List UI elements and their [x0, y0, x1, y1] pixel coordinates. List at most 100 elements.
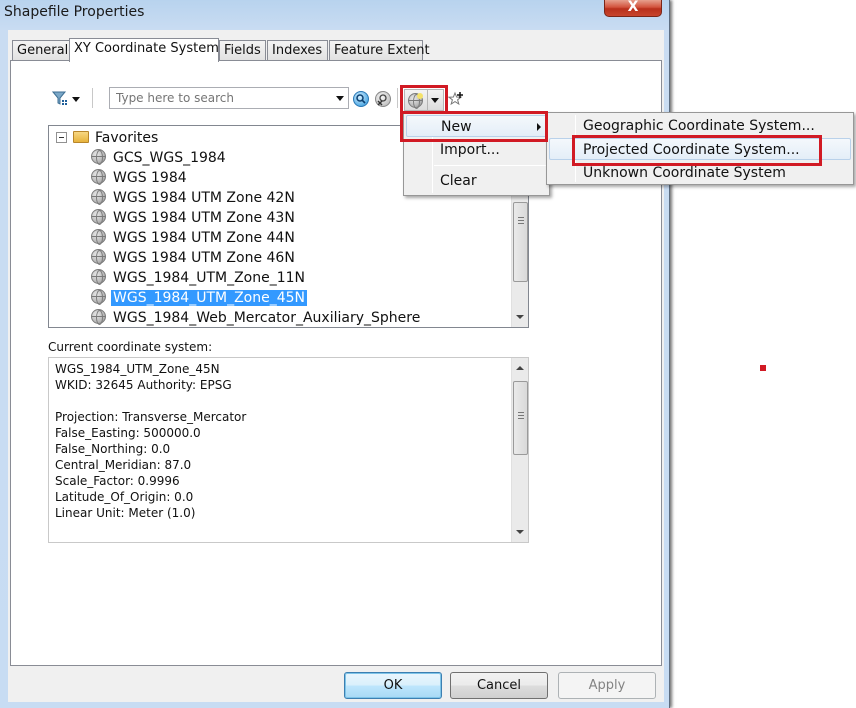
tab-label: Fields [224, 43, 261, 58]
menu-item-label: Clear [440, 173, 477, 189]
split-divider [427, 90, 428, 110]
search-icon [356, 94, 366, 104]
current-cs-details[interactable]: WGS_1984_UTM_Zone_45N WKID: 32645 Author… [48, 357, 529, 543]
cancel-button[interactable]: Cancel [450, 672, 548, 699]
tree-item-selected[interactable]: WGS_1984_UTM_Zone_45N [91, 288, 308, 308]
scroll-down-icon[interactable] [516, 530, 524, 534]
tab-label: General [17, 43, 69, 58]
globe-icon [91, 169, 106, 185]
tree-node-label: Favorites [95, 130, 159, 146]
scrollbar-thumb[interactable] [513, 381, 528, 455]
menu-item-geographic-cs[interactable]: Geographic Coordinate System... [549, 115, 851, 137]
detail-line: Latitude_Of_Origin: 0.0 [55, 490, 194, 504]
chevron-down-icon [72, 97, 80, 102]
menu-item-label: Projected Coordinate System... [583, 142, 800, 158]
menu-item-label: Unknown Coordinate System [583, 165, 786, 181]
annotation-dot [760, 365, 766, 371]
chevron-down-icon [431, 98, 439, 103]
grip-line [518, 415, 524, 416]
grip-line [518, 217, 524, 218]
clear-search-button[interactable] [375, 91, 391, 107]
menu-item-label: New [441, 119, 472, 135]
globe-icon [91, 309, 106, 325]
tree-node-favorites[interactable]: Favorites [93, 128, 160, 148]
tab-label: Feature Extent [334, 43, 430, 58]
folder-icon [73, 131, 89, 143]
dialog-window: Shapefile Properties X General XY Coordi… [0, 0, 670, 708]
tree-item[interactable]: WGS 1984 [91, 168, 189, 188]
menu-item-label: Geographic Coordinate System... [583, 118, 815, 134]
add-to-favorites-button[interactable] [447, 91, 464, 107]
tree-item-label: WGS 1984 UTM Zone 44N [113, 230, 295, 246]
add-coordinate-system-button[interactable] [404, 89, 444, 111]
apply-button[interactable]: Apply [558, 672, 656, 699]
window-title: Shapefile Properties [4, 4, 145, 20]
globe-icon [91, 229, 106, 245]
menu-item-clear[interactable]: Clear [406, 170, 547, 192]
search-button[interactable] [353, 91, 369, 107]
tab-label: Indexes [272, 43, 323, 58]
filter-icon [52, 91, 67, 105]
detail-line: Projection: Transverse_Mercator [55, 410, 247, 424]
grip-line [518, 412, 524, 413]
scroll-down-icon[interactable] [516, 315, 524, 319]
star-add-icon [447, 91, 463, 106]
tree-item-label: GCS_WGS_1984 [113, 150, 226, 166]
tab-fields[interactable]: Fields [219, 40, 266, 60]
tab-indexes[interactable]: Indexes [267, 40, 328, 60]
tree-item[interactable]: WGS_1984_Web_Mercator_Auxiliary_Sphere [91, 308, 422, 327]
detail-line: WGS_1984_UTM_Zone_45N [55, 362, 220, 376]
tree-item-label: WGS 1984 UTM Zone 43N [113, 210, 295, 226]
grip-line [518, 418, 524, 419]
tree-item[interactable]: WGS 1984 UTM Zone 44N [91, 228, 297, 248]
tree-item-label: WGS 1984 [113, 170, 187, 186]
grip-line [518, 220, 524, 221]
tree-item[interactable]: GCS_WGS_1984 [91, 148, 228, 168]
toolbar-divider [397, 88, 398, 108]
search-combobox[interactable] [109, 87, 349, 109]
menu-item-import[interactable]: Import... [406, 139, 547, 161]
sparkle-icon [417, 93, 423, 99]
detail-line: False_Easting: 500000.0 [55, 426, 201, 440]
title-bar[interactable]: Shapefile Properties X [0, 0, 670, 28]
tab-general[interactable]: General [12, 40, 70, 60]
tree-item-label: WGS_1984_UTM_Zone_45N [111, 290, 308, 306]
clear-search-icon [377, 94, 387, 106]
globe-icon [91, 249, 106, 265]
menu-item-new[interactable]: New [406, 115, 547, 137]
tree-item-label: WGS_1984_UTM_Zone_11N [113, 270, 306, 286]
tab-feature-extent[interactable]: Feature Extent [329, 40, 430, 60]
collapse-toggle[interactable] [56, 132, 67, 143]
globe-icon [91, 289, 106, 305]
submenu-arrow-icon [537, 123, 541, 131]
tree-item[interactable]: WGS 1984 UTM Zone 42N [91, 188, 297, 208]
menu-item-projected-cs[interactable]: Projected Coordinate System... [549, 138, 851, 160]
tree-item-label: WGS 1984 UTM Zone 46N [113, 250, 295, 266]
menu-item-label: Import... [440, 142, 500, 158]
details-scrollbar[interactable] [511, 358, 528, 542]
current-cs-label: Current coordinate system: [48, 340, 213, 354]
detail-line: Scale_Factor: 0.9996 [55, 474, 180, 488]
globe-icon [91, 209, 106, 225]
tree-item[interactable]: WGS 1984 UTM Zone 46N [91, 248, 297, 268]
globe-icon [91, 149, 106, 165]
tree-item[interactable]: WGS_1984_UTM_Zone_11N [91, 268, 307, 288]
grip-line [518, 223, 524, 224]
ok-button[interactable]: OK [344, 672, 442, 699]
scrollbar-thumb[interactable] [513, 202, 528, 282]
menu-item-unknown-cs[interactable]: Unknown Coordinate System [549, 162, 851, 184]
toolbar-divider [92, 88, 93, 108]
detail-line: Central_Meridian: 87.0 [55, 458, 192, 472]
menu-separator [434, 165, 547, 166]
close-button[interactable]: X [604, 0, 662, 17]
search-dropdown-arrow-icon[interactable] [336, 96, 344, 101]
tab-xy-coordinate-system[interactable]: XY Coordinate System [69, 38, 219, 62]
close-icon: X [627, 0, 639, 15]
tree-item[interactable]: WGS 1984 UTM Zone 43N [91, 208, 297, 228]
scroll-up-icon[interactable] [516, 366, 524, 370]
detail-line: WKID: 32645 Authority: EPSG [55, 378, 232, 392]
search-input[interactable] [114, 89, 324, 107]
globe-dropdown-menu: New Import... Clear [403, 112, 550, 196]
detail-line: Linear Unit: Meter (1.0) [55, 506, 196, 520]
filter-button[interactable] [52, 90, 82, 108]
